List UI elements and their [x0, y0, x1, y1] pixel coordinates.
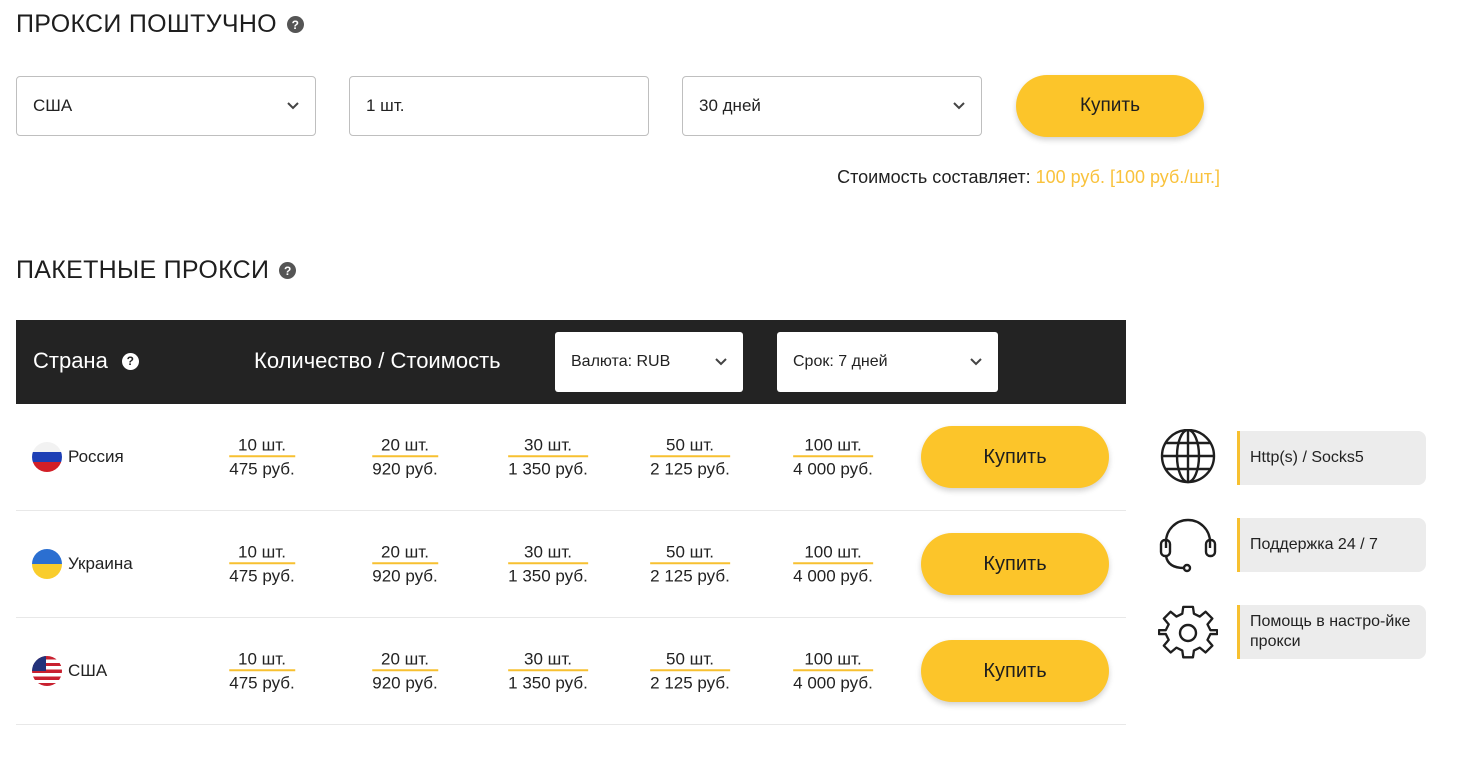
package-option[interactable]: 10 шт. 475 руб. [229, 541, 295, 587]
package-option[interactable]: 20 шт. 920 руб. [372, 648, 438, 694]
buy-package-button[interactable]: Купить [921, 533, 1109, 595]
package-option[interactable]: 50 шт. 2 125 руб. [650, 434, 730, 480]
buy-package-button[interactable]: Купить [921, 426, 1109, 488]
package-option[interactable]: 50 шт. 2 125 руб. [650, 648, 730, 694]
chevron-down-icon [287, 102, 299, 110]
package-option[interactable]: 30 шт. 1 350 руб. [508, 648, 588, 694]
feature-label: Поддержка 24 / 7 [1237, 518, 1426, 572]
chevron-down-icon [970, 358, 982, 366]
help-icon[interactable]: ? [121, 352, 139, 370]
currency-select[interactable]: Валюта: RUB [555, 332, 743, 392]
package-option[interactable]: 50 шт. 2 125 руб. [650, 541, 730, 587]
help-icon[interactable]: ? [286, 16, 304, 33]
buy-single-button[interactable]: Купить [1016, 75, 1204, 137]
term-select[interactable]: Срок: 7 дней [777, 332, 998, 392]
usa-flag-icon [32, 656, 62, 686]
single-proxy-title: ПРОКСИ ПОШТУЧНО ? [16, 10, 304, 39]
package-option[interactable]: 10 шт. 475 руб. [229, 648, 295, 694]
package-option[interactable]: 10 шт. 475 руб. [229, 434, 295, 480]
feature-label: Помощь в настро-йке прокси [1237, 605, 1426, 659]
package-option[interactable]: 20 шт. 920 руб. [372, 541, 438, 587]
feature-label: Http(s) / Socks5 [1237, 431, 1426, 485]
table-row: Россия 10 шт. 475 руб. 20 шт. 920 руб. 30 … [16, 404, 1126, 511]
feature-setup-help: Помощь в настро-йке прокси [1157, 603, 1426, 663]
feature-support: Поддержка 24 / 7 [1158, 518, 1426, 574]
table-row: США 10 шт. 475 руб. 20 шт. 920 руб. 30 шт.… [16, 618, 1126, 725]
cost-value: 100 руб. [100 руб./шт.] [1035, 167, 1220, 187]
package-proxy-title: ПАКЕТНЫЕ ПРОКСИ ? [16, 256, 297, 285]
qty-cost-column-header: Количество / Стоимость [254, 348, 501, 373]
headset-icon [1158, 516, 1218, 576]
country-column-header: Страна ? [33, 348, 139, 374]
package-option[interactable]: 30 шт. 1 350 руб. [508, 541, 588, 587]
package-option[interactable]: 100 шт. 4 000 руб. [793, 434, 873, 480]
chevron-down-icon [715, 358, 727, 366]
country-cell: Россия [32, 442, 124, 472]
table-row: Украина 10 шт. 475 руб. 20 шт. 920 руб. 30… [16, 511, 1126, 618]
feature-protocols: Http(s) / Socks5 [1158, 428, 1426, 489]
package-option[interactable]: 100 шт. 4 000 руб. [793, 648, 873, 694]
package-option[interactable]: 30 шт. 1 350 руб. [508, 434, 588, 480]
package-option[interactable]: 20 шт. 920 руб. [372, 434, 438, 480]
help-icon[interactable]: ? [279, 262, 297, 279]
buy-package-button[interactable]: Купить [921, 640, 1109, 702]
package-option[interactable]: 100 шт. 4 000 руб. [793, 541, 873, 587]
cost-summary: Стоимость составляет: 100 руб. [100 руб.… [837, 167, 1220, 187]
period-select[interactable]: 30 дней [682, 76, 982, 136]
packages-table-header: Страна ? Количество / Стоимость Валюта: … [16, 320, 1126, 404]
country-cell: США [32, 656, 107, 686]
ukraine-flag-icon [32, 549, 62, 579]
russia-flag-icon [32, 442, 62, 472]
globe-icon [1158, 428, 1218, 489]
country-select[interactable]: США [16, 76, 316, 136]
chevron-down-icon [953, 102, 965, 110]
gear-icon [1157, 603, 1219, 663]
quantity-input[interactable]: 1 шт. [349, 76, 649, 136]
country-cell: Украина [32, 549, 133, 579]
